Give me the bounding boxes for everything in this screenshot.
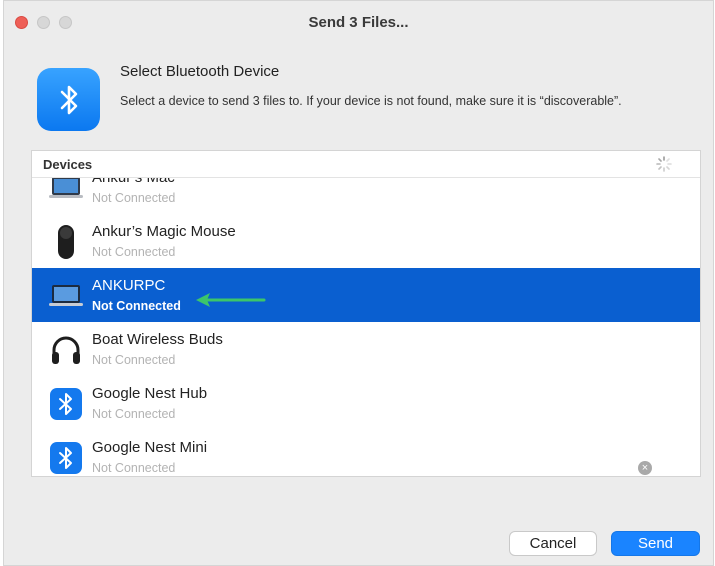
device-row-google-nest-hub[interactable]: Google Nest Hub Not Connected: [32, 376, 700, 430]
send-button[interactable]: Send: [611, 531, 700, 556]
cancel-button[interactable]: Cancel: [509, 531, 597, 556]
dialog-description: Select a device to send 3 files to. If y…: [120, 94, 622, 108]
device-status: Not Connected: [92, 461, 176, 475]
window-title: Send 3 Files...: [308, 14, 409, 31]
loading-spinner-icon: [656, 156, 672, 172]
device-row-ankurs-magic-mouse[interactable]: Ankur’s Magic Mouse Not Connected: [32, 214, 700, 268]
device-name: Ankur’s Magic Mouse: [92, 223, 236, 240]
device-row-google-nest-mini[interactable]: Google Nest Mini Not Connected: [32, 430, 700, 476]
send-files-window: Send 3 Files... Select Bluetooth Device …: [3, 0, 714, 566]
bluetooth-icon: [46, 386, 86, 422]
mouse-icon: [46, 224, 86, 260]
device-status: Not Connected: [92, 353, 176, 367]
title-bar: Send 3 Files...: [4, 1, 713, 45]
device-status: Not Connected: [92, 407, 176, 421]
device-name: Boat Wireless Buds: [92, 331, 223, 348]
bluetooth-icon: [37, 68, 100, 131]
device-row-ankurpc[interactable]: ANKURPC Not Connected: [32, 268, 700, 322]
green-arrow-annotation: [196, 293, 266, 307]
devices-list-header: Devices: [32, 151, 700, 178]
clear-icon[interactable]: ×: [638, 461, 652, 475]
headphones-icon: [46, 332, 86, 368]
device-status: Not Connected: [92, 191, 176, 205]
device-name: Google Nest Mini: [92, 439, 208, 456]
device-row-boat-wireless-buds[interactable]: Boat Wireless Buds Not Connected: [32, 322, 700, 376]
device-status: Not Connected: [92, 245, 176, 259]
device-name: ANKURPC: [92, 277, 166, 294]
dialog-heading: Select Bluetooth Device: [120, 63, 280, 80]
bluetooth-icon: [46, 440, 86, 476]
device-status: Not Connected: [92, 299, 181, 313]
laptop-icon: [46, 278, 86, 314]
devices-header-label: Devices: [43, 157, 93, 172]
devices-list-panel[interactable]: Devices Not Connected Ankur’s Magic Mous…: [31, 150, 701, 477]
device-name: Google Nest Hub: [92, 385, 208, 402]
